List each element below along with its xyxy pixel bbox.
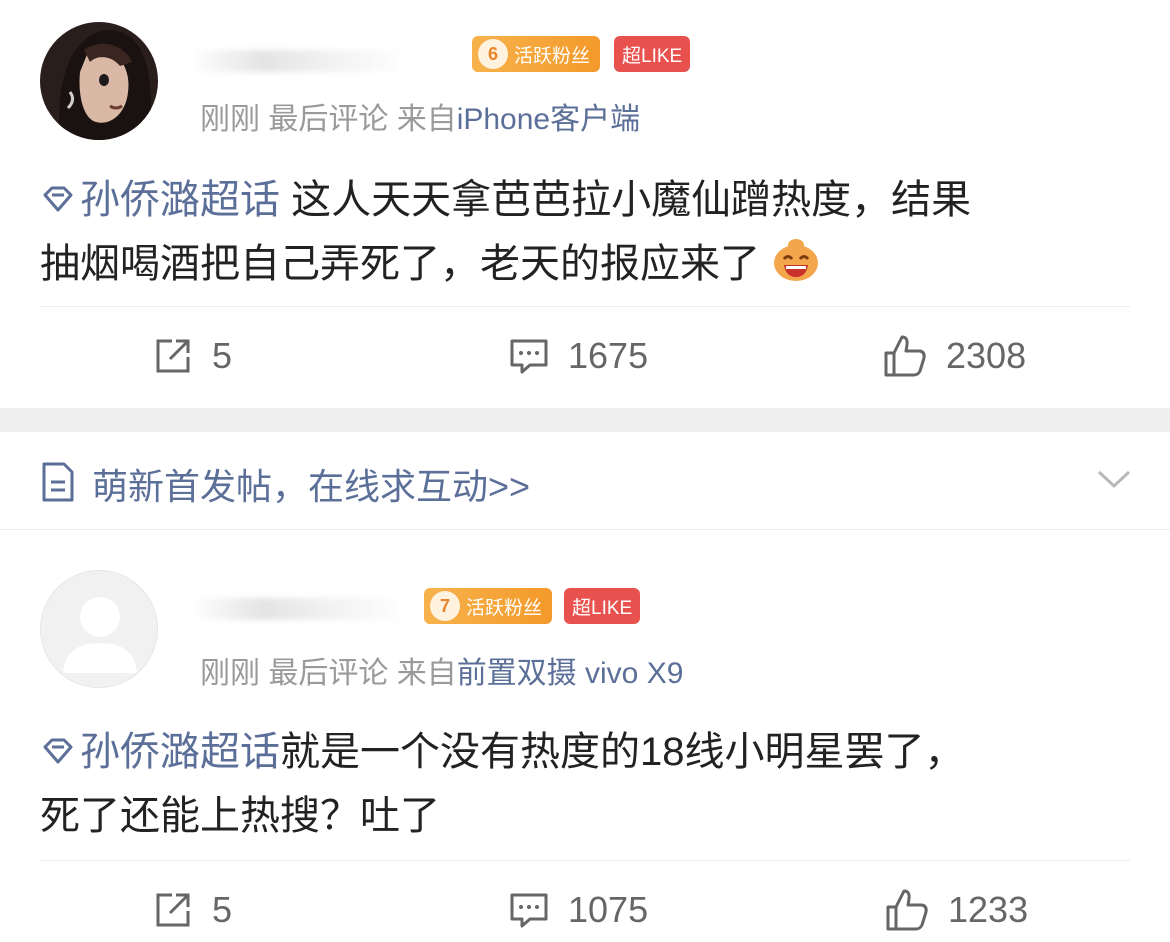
default-avatar-icon <box>41 571 157 687</box>
username-blurred[interactable] <box>190 598 410 620</box>
action-bar: 5 1075 1233 <box>0 880 1170 940</box>
post-content: 孙侨潞超话 这人天天拿芭芭拉小魔仙蹭热度，结果 抽烟喝酒把自己弄死了，老天的报应… <box>40 168 1130 296</box>
post-time: 刚刚 <box>200 103 260 136</box>
like-count: 2308 <box>946 335 1027 376</box>
comment-button[interactable]: 1675 <box>508 326 648 386</box>
like-button[interactable]: 2308 <box>882 326 1026 386</box>
comment-count: 1075 <box>568 889 649 930</box>
content-line-2: 抽烟喝酒把自己弄死了，老天的报应来了 <box>40 242 760 286</box>
thumbs-up-icon <box>886 889 928 931</box>
diamond-topic-icon <box>43 186 73 212</box>
fan-level: 7 <box>430 591 460 621</box>
action-bar: 5 1675 2308 <box>0 326 1170 386</box>
post-source[interactable]: iPhone客户端 <box>457 103 640 136</box>
post-meta: 刚刚 最后评论 来自前置双摄 vivo X9 <box>200 648 683 692</box>
from-label: 来自 <box>396 103 457 136</box>
document-icon <box>42 462 74 502</box>
comment-icon <box>510 893 548 928</box>
repost-count: 5 <box>212 889 233 930</box>
laughing-emoji-icon <box>774 239 818 281</box>
divider <box>40 306 1130 307</box>
super-like-label: 超LIKE <box>572 597 633 619</box>
avatar[interactable] <box>40 570 158 688</box>
active-fan-badge: 7 活跃粉丝 <box>424 588 553 624</box>
post-meta: 刚刚 最后评论 来自iPhone客户端 <box>200 94 640 138</box>
post-content: 孙侨潞超话就是一个没有热度的18线小明星罢了， 死了还能上热搜？吐了 <box>40 720 1130 848</box>
content-line-1: 就是一个没有热度的18线小明星罢了， <box>280 730 965 774</box>
separator <box>0 530 1170 548</box>
topic-label: 孙侨潞超话 <box>80 730 280 774</box>
section-gap <box>0 408 1170 432</box>
thumbs-up-icon <box>884 335 926 377</box>
post-status: 最后评论 <box>268 657 389 690</box>
content-line-2: 死了还能上热搜？吐了 <box>40 794 440 838</box>
repost-button[interactable]: 5 <box>152 880 232 940</box>
repost-icon <box>156 893 190 927</box>
topic-link[interactable]: 孙侨潞超话 <box>40 730 280 774</box>
fan-level: 6 <box>478 39 508 69</box>
divider <box>40 860 1130 861</box>
topic-label: 孙侨潞超话 <box>80 178 280 222</box>
comment-card: 7 活跃粉丝 超LIKE 刚刚 最后评论 来自前置双摄 vivo X9 孙侨潞超… <box>0 548 1170 942</box>
super-like-label: 超LIKE <box>622 45 683 67</box>
repost-count: 5 <box>212 335 233 376</box>
chevron-down-icon[interactable] <box>1096 468 1132 490</box>
post-time: 刚刚 <box>200 657 260 690</box>
fan-badge-label: 活跃粉丝 <box>514 45 591 67</box>
avatar[interactable] <box>40 22 158 140</box>
fan-badge-label: 活跃粉丝 <box>466 597 543 619</box>
notice-text[interactable]: 萌新首发帖，在线求互动>> <box>92 458 530 510</box>
comment-card: 6 活跃粉丝 超LIKE 刚刚 最后评论 来自iPhone客户端 孙侨潞超话 这… <box>0 0 1170 408</box>
repost-icon <box>156 339 190 373</box>
like-count: 1233 <box>948 889 1029 930</box>
post-status: 最后评论 <box>268 103 389 136</box>
topic-link[interactable]: 孙侨潞超话 <box>40 178 280 222</box>
super-like-badge: 超LIKE <box>564 588 641 624</box>
like-button[interactable]: 1233 <box>884 880 1028 940</box>
content-line-1: 这人天天拿芭芭拉小魔仙蹭热度，结果 <box>280 178 972 222</box>
super-like-badge: 超LIKE <box>614 36 691 72</box>
comment-count: 1675 <box>568 335 649 376</box>
post-source[interactable]: 前置双摄 vivo X9 <box>457 657 684 690</box>
username-blurred[interactable] <box>190 50 410 72</box>
notice-bar[interactable]: 萌新首发帖，在线求互动>> <box>0 432 1170 530</box>
repost-button[interactable]: 5 <box>152 326 232 386</box>
comment-button[interactable]: 1075 <box>508 880 648 940</box>
from-label: 来自 <box>396 657 457 690</box>
comment-icon <box>510 339 548 374</box>
active-fan-badge: 6 活跃粉丝 <box>472 36 601 72</box>
diamond-topic-icon <box>43 738 73 764</box>
